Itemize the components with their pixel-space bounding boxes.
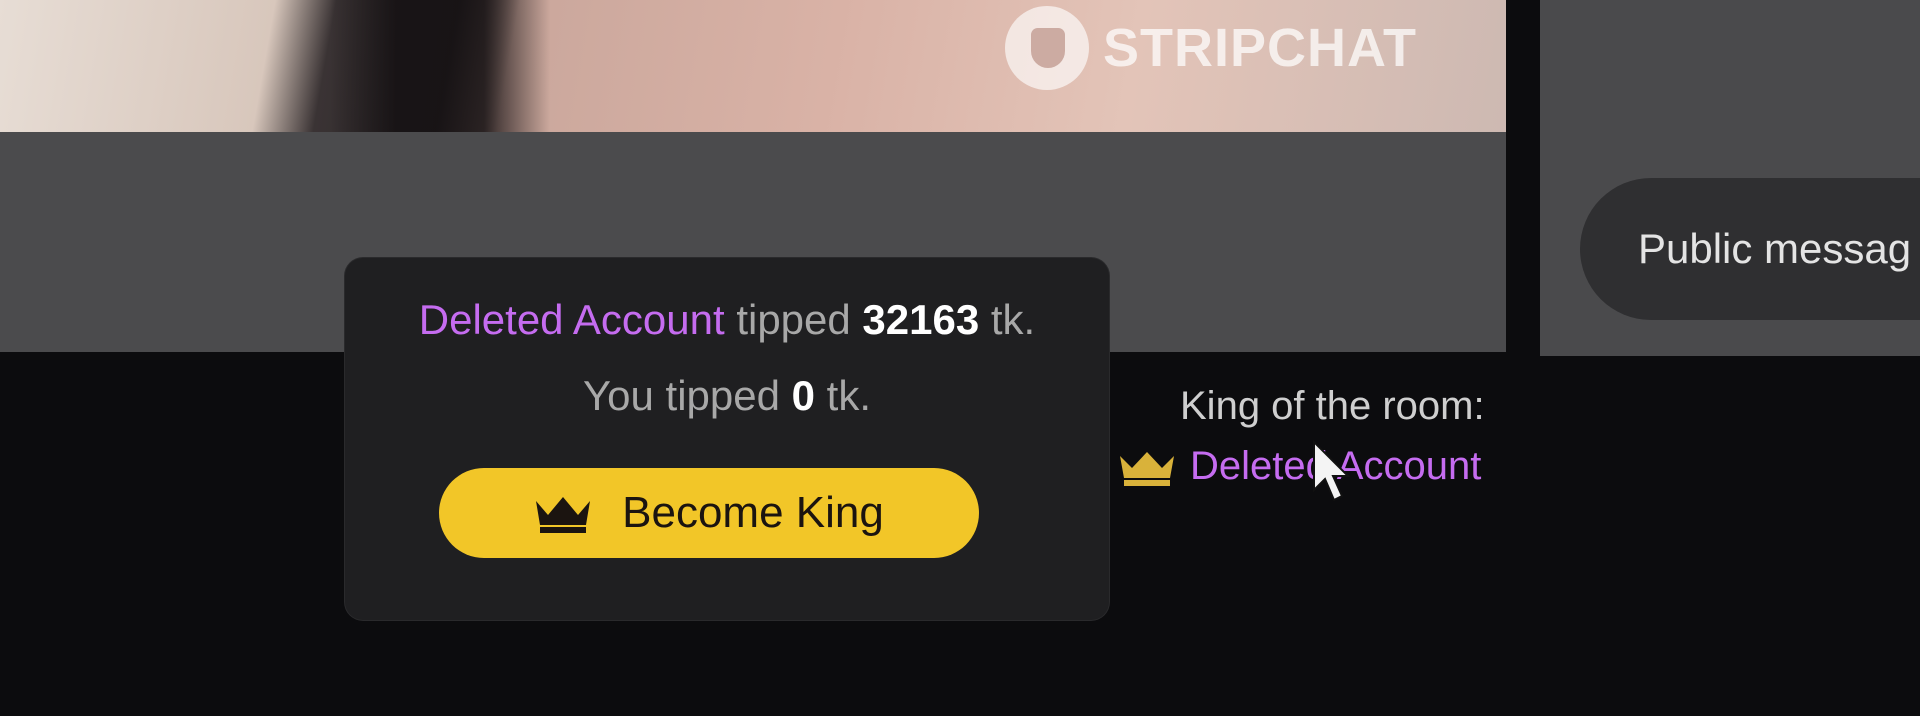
watermark: STRIPCHAT [1005,6,1417,90]
you-tipped-amount: 0 [791,372,815,419]
crown-icon [534,493,592,533]
watermark-brand: STRIPCHAT [1103,18,1417,78]
top-tipper-amount: 32163 [862,296,980,343]
you-tipped-line: You tipped 0 tk. [345,372,1109,420]
you-tipped-label: You tipped [582,372,780,419]
chat-panel: Public messag [1540,0,1920,356]
you-tipped-unit: tk. [826,372,872,419]
king-tip-popup: Deleted Account tipped 32163 tk. You tip… [345,258,1109,620]
video-content-shadow [330,0,550,132]
become-king-button[interactable]: Become King [439,468,979,558]
public-message-placeholder: Public messag [1638,225,1912,272]
stream-page: STRIPCHAT Public messag Deleted Account … [0,0,1920,716]
top-tipper-name[interactable]: Deleted Account [419,296,725,343]
crown-icon [1118,448,1176,486]
king-of-room-label: King of the room: [1180,384,1485,428]
top-tipper-verb: tipped [736,296,851,343]
king-of-room-user[interactable]: Deleted Account [1118,444,1481,489]
top-tipper-line: Deleted Account tipped 32163 tk. [345,296,1109,344]
mouse-pointer-icon [1312,439,1352,509]
become-king-label: Become King [622,488,884,537]
public-message-input[interactable]: Public messag [1580,178,1920,320]
stripchat-logo-icon [1005,6,1089,90]
top-tipper-unit: tk. [990,296,1036,343]
